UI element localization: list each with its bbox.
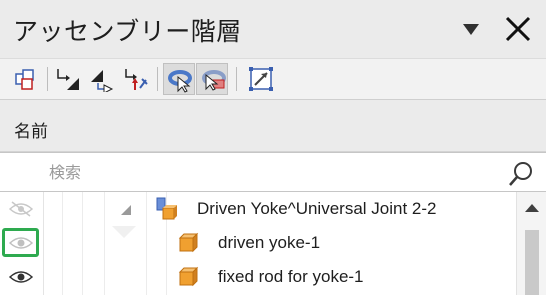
close-icon[interactable] — [505, 16, 531, 42]
assembly-tree: Driven Yoke^Universal Joint 2-2 driven y… — [0, 192, 546, 295]
scroll-up-icon[interactable] — [525, 204, 539, 212]
search-input[interactable] — [12, 159, 492, 185]
panel-title: アッセンブリー階層 — [13, 17, 242, 46]
search-icon[interactable] — [507, 160, 535, 193]
deselect-ring-icon[interactable] — [196, 63, 228, 95]
part-icon — [177, 232, 199, 259]
column-header[interactable]: 名前 — [0, 100, 546, 152]
constraint-link-icon[interactable] — [120, 63, 152, 95]
tree-row-label: fixed rod for yoke-1 — [218, 267, 364, 286]
fit-view-icon[interactable] — [245, 63, 277, 95]
tree-row-part[interactable]: driven yoke-1 — [0, 226, 516, 260]
part-icon — [177, 266, 199, 293]
tree-row-assembly[interactable]: Driven Yoke^Universal Joint 2-2 — [0, 192, 516, 226]
toolbar-separator — [47, 67, 48, 91]
eye-icon[interactable] — [8, 268, 34, 286]
collapse-arrow-icon[interactable] — [120, 203, 132, 221]
toolbar-separator — [157, 67, 158, 91]
search-bar — [0, 152, 546, 192]
assembly-hierarchy-panel: アッセンブリー階層 名前 検索 Driven Yoke^Universal Jo… — [0, 0, 546, 295]
toolbar-separator — [236, 67, 237, 91]
tree-row-label: driven yoke-1 — [218, 233, 321, 252]
assembly-icon — [155, 196, 179, 227]
scroll-thumb[interactable] — [525, 230, 539, 295]
tree-row-label: Driven Yoke^Universal Joint 2-2 — [197, 199, 437, 218]
expand-collapse-icon[interactable] — [86, 63, 118, 95]
tree-row-part[interactable]: fixed rod for yoke-1 — [0, 260, 516, 295]
select-ring-icon[interactable] — [163, 63, 195, 95]
toolbar — [0, 58, 546, 100]
column-header-name: 名前 — [14, 122, 48, 142]
panel-titlebar: アッセンブリー階層 — [0, 0, 546, 58]
tree-scrollbar[interactable] — [516, 192, 546, 295]
eye-hidden-icon[interactable] — [8, 200, 34, 218]
sort-hierarchy-icon[interactable] — [52, 63, 84, 95]
assembly-structure-icon[interactable] — [10, 63, 42, 95]
eye-icon[interactable] — [8, 234, 34, 252]
chevron-down-icon[interactable] — [463, 24, 479, 35]
